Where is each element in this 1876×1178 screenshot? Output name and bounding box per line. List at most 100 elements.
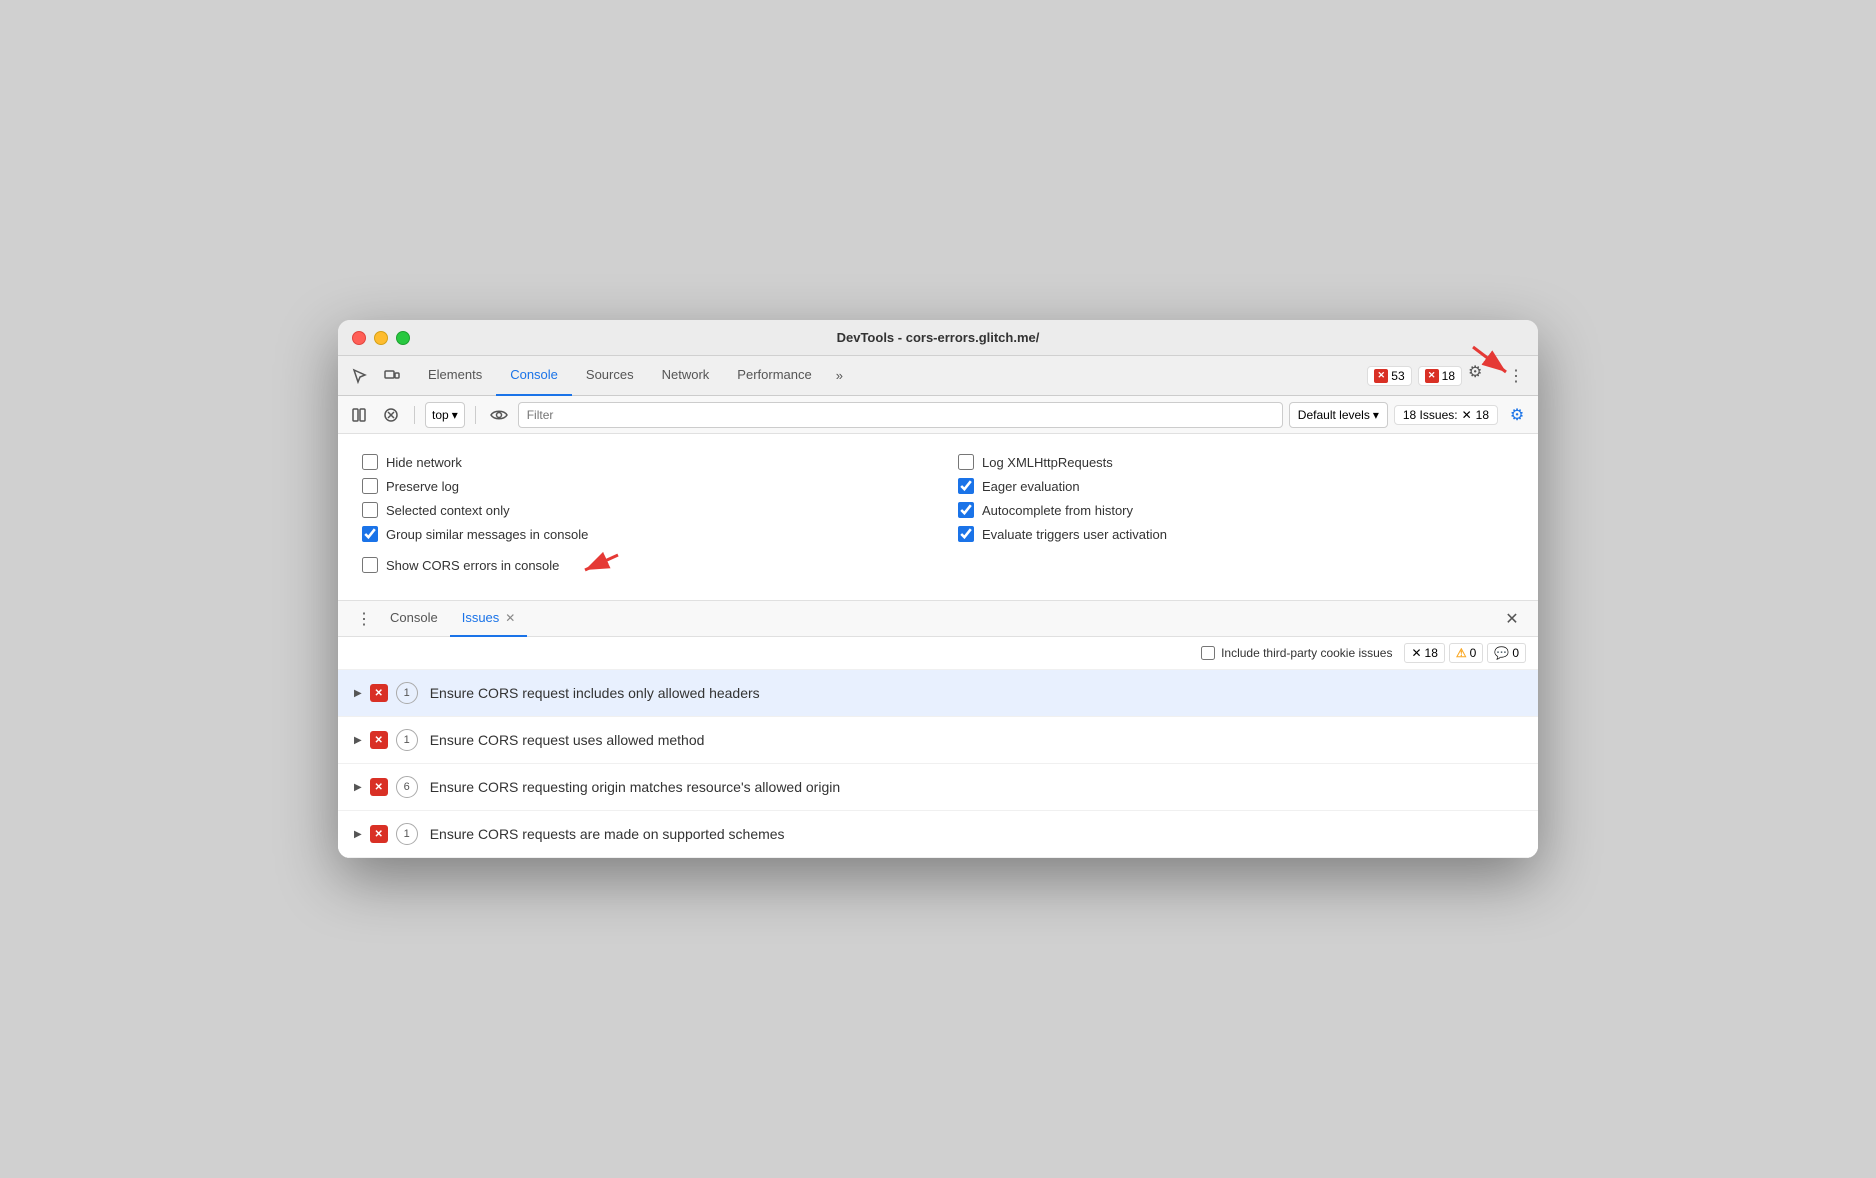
settings-panel: Hide network Preserve log Selected conte… xyxy=(338,434,1538,601)
log-levels-selector[interactable]: Default levels ▾ xyxy=(1289,402,1388,428)
issue-row-4[interactable]: ▶ ✕ 1 Ensure CORS requests are made on s… xyxy=(338,811,1538,858)
live-expressions-icon[interactable] xyxy=(486,402,512,428)
tab-console[interactable]: Console xyxy=(496,356,572,396)
minimize-button[interactable] xyxy=(374,331,388,345)
group-similar-option[interactable]: Group similar messages in console xyxy=(362,522,918,546)
expand-icon-3: ▶ xyxy=(354,782,362,793)
eval-triggers-option[interactable]: Evaluate triggers user activation xyxy=(958,522,1514,546)
selected-context-option[interactable]: Selected context only xyxy=(362,498,918,522)
log-xml-option[interactable]: Log XMLHttpRequests xyxy=(958,450,1514,474)
hide-network-option[interactable]: Hide network xyxy=(362,450,918,474)
more-tabs-button[interactable]: » xyxy=(826,356,853,396)
warning-count-badge-issues: ⚠ 0 xyxy=(1449,643,1483,663)
issues-list: ▶ ✕ 1 Ensure CORS request includes only … xyxy=(338,670,1538,858)
issues-error-icon: ✕ xyxy=(1462,408,1472,422)
settings-right-column: Log XMLHttpRequests Eager evaluation Aut… xyxy=(958,450,1514,584)
eval-triggers-checkbox[interactable] xyxy=(958,526,974,542)
preserve-log-checkbox[interactable] xyxy=(362,478,378,494)
warning-badge-icon: ⚠ xyxy=(1456,646,1467,660)
error-badge-icon: ✕ xyxy=(1411,646,1421,660)
issue-count-1: 1 xyxy=(396,682,418,704)
bottom-more-button[interactable]: ⋮ xyxy=(350,605,378,633)
issue-error-icon-2: ✕ xyxy=(370,731,388,749)
include-third-party-label: Include third-party cookie issues xyxy=(1221,646,1392,660)
window-title: DevTools - cors-errors.glitch.me/ xyxy=(837,330,1040,345)
settings-button[interactable]: ⚙ xyxy=(1468,362,1496,390)
selected-context-label: Selected context only xyxy=(386,503,510,518)
dropdown-arrow-icon: ▾ xyxy=(452,408,458,422)
hide-network-checkbox[interactable] xyxy=(362,454,378,470)
tab-sources[interactable]: Sources xyxy=(572,356,648,396)
issue-title-3: Ensure CORS requesting origin matches re… xyxy=(430,779,840,795)
tab-performance[interactable]: Performance xyxy=(723,356,825,396)
device-toolbar-icon[interactable] xyxy=(378,362,406,390)
issue-title-1: Ensure CORS request includes only allowe… xyxy=(430,685,760,701)
autocomplete-checkbox[interactable] xyxy=(958,502,974,518)
issue-count-3: 6 xyxy=(396,776,418,798)
log-xml-checkbox[interactable] xyxy=(958,454,974,470)
expand-icon-2: ▶ xyxy=(354,735,362,746)
info-badge-icon: 💬 xyxy=(1494,646,1509,660)
info-count-badge-issues: 💬 0 xyxy=(1487,643,1526,663)
context-selector[interactable]: top ▾ xyxy=(425,402,465,428)
maximize-button[interactable] xyxy=(396,331,410,345)
selected-context-checkbox[interactable] xyxy=(362,502,378,518)
autocomplete-label: Autocomplete from history xyxy=(982,503,1133,518)
preserve-log-label: Preserve log xyxy=(386,479,459,494)
warn-icon: ✕ xyxy=(1425,369,1439,383)
devtools-body: Elements Console Sources Network Perform… xyxy=(338,356,1538,858)
autocomplete-option[interactable]: Autocomplete from history xyxy=(958,498,1514,522)
issue-title-2: Ensure CORS request uses allowed method xyxy=(430,732,705,748)
expand-icon-4: ▶ xyxy=(354,829,362,840)
issues-count-display[interactable]: 18 Issues: ✕ 18 xyxy=(1394,405,1498,425)
tab-network[interactable]: Network xyxy=(648,356,724,396)
group-similar-checkbox[interactable] xyxy=(362,526,378,542)
toolbar-separator xyxy=(414,406,415,424)
console-bottom-tab[interactable]: Console xyxy=(378,601,450,637)
issues-count-badges: ✕ 18 ⚠ 0 💬 0 xyxy=(1404,643,1526,663)
traffic-lights xyxy=(352,331,410,345)
eager-eval-checkbox[interactable] xyxy=(958,478,974,494)
bottom-tab-right: ✕ xyxy=(1498,605,1526,633)
hide-network-label: Hide network xyxy=(386,455,462,470)
bottom-section: ⋮ Console Issues ✕ ✕ Include third-party… xyxy=(338,601,1538,858)
clear-console-icon[interactable] xyxy=(378,402,404,428)
issues-bottom-tab[interactable]: Issues ✕ xyxy=(450,601,528,637)
group-similar-label: Group similar messages in console xyxy=(386,527,588,542)
eager-eval-label: Eager evaluation xyxy=(982,479,1080,494)
show-cors-label: Show CORS errors in console xyxy=(386,558,559,573)
sidebar-toggle-icon[interactable] xyxy=(346,402,372,428)
warn-count-badge[interactable]: ✕ 18 xyxy=(1418,366,1462,386)
include-third-party-checkbox[interactable] xyxy=(1201,646,1215,660)
inspect-element-icon[interactable] xyxy=(346,362,374,390)
more-options-button[interactable]: ⋮ xyxy=(1502,362,1530,390)
levels-dropdown-icon: ▾ xyxy=(1373,408,1379,422)
filter-input[interactable] xyxy=(518,402,1283,428)
log-xml-label: Log XMLHttpRequests xyxy=(982,455,1113,470)
expand-icon-1: ▶ xyxy=(354,688,362,699)
eager-eval-option[interactable]: Eager evaluation xyxy=(958,474,1514,498)
error-count-badge[interactable]: ✕ 53 xyxy=(1367,366,1411,386)
issue-row-1[interactable]: ▶ ✕ 1 Ensure CORS request includes only … xyxy=(338,670,1538,717)
issue-count-2: 1 xyxy=(396,729,418,751)
issues-tab-close-icon[interactable]: ✕ xyxy=(505,611,515,625)
settings-left-column: Hide network Preserve log Selected conte… xyxy=(362,450,918,584)
settings-grid: Hide network Preserve log Selected conte… xyxy=(362,450,1514,584)
close-button[interactable] xyxy=(352,331,366,345)
error-count-badge-issues: ✕ 18 xyxy=(1404,643,1444,663)
console-settings-icon[interactable]: ⚙ xyxy=(1504,402,1530,428)
show-cors-option[interactable]: Show CORS errors in console xyxy=(362,546,918,584)
issue-row-3[interactable]: ▶ ✕ 6 Ensure CORS requesting origin matc… xyxy=(338,764,1538,811)
preserve-log-option[interactable]: Preserve log xyxy=(362,474,918,498)
tab-bar-icons xyxy=(346,362,406,390)
bottom-tab-bar: ⋮ Console Issues ✕ ✕ xyxy=(338,601,1538,637)
tab-bar-right: ✕ 53 ✕ 18 ⚙ xyxy=(1367,362,1530,390)
close-bottom-panel-icon[interactable]: ✕ xyxy=(1498,605,1526,633)
issue-error-icon-4: ✕ xyxy=(370,825,388,843)
title-bar: DevTools - cors-errors.glitch.me/ xyxy=(338,320,1538,356)
show-cors-checkbox[interactable] xyxy=(362,557,378,573)
toolbar-separator-2 xyxy=(475,406,476,424)
tab-elements[interactable]: Elements xyxy=(414,356,496,396)
include-third-party-option[interactable]: Include third-party cookie issues xyxy=(1201,646,1392,660)
issue-row-2[interactable]: ▶ ✕ 1 Ensure CORS request uses allowed m… xyxy=(338,717,1538,764)
